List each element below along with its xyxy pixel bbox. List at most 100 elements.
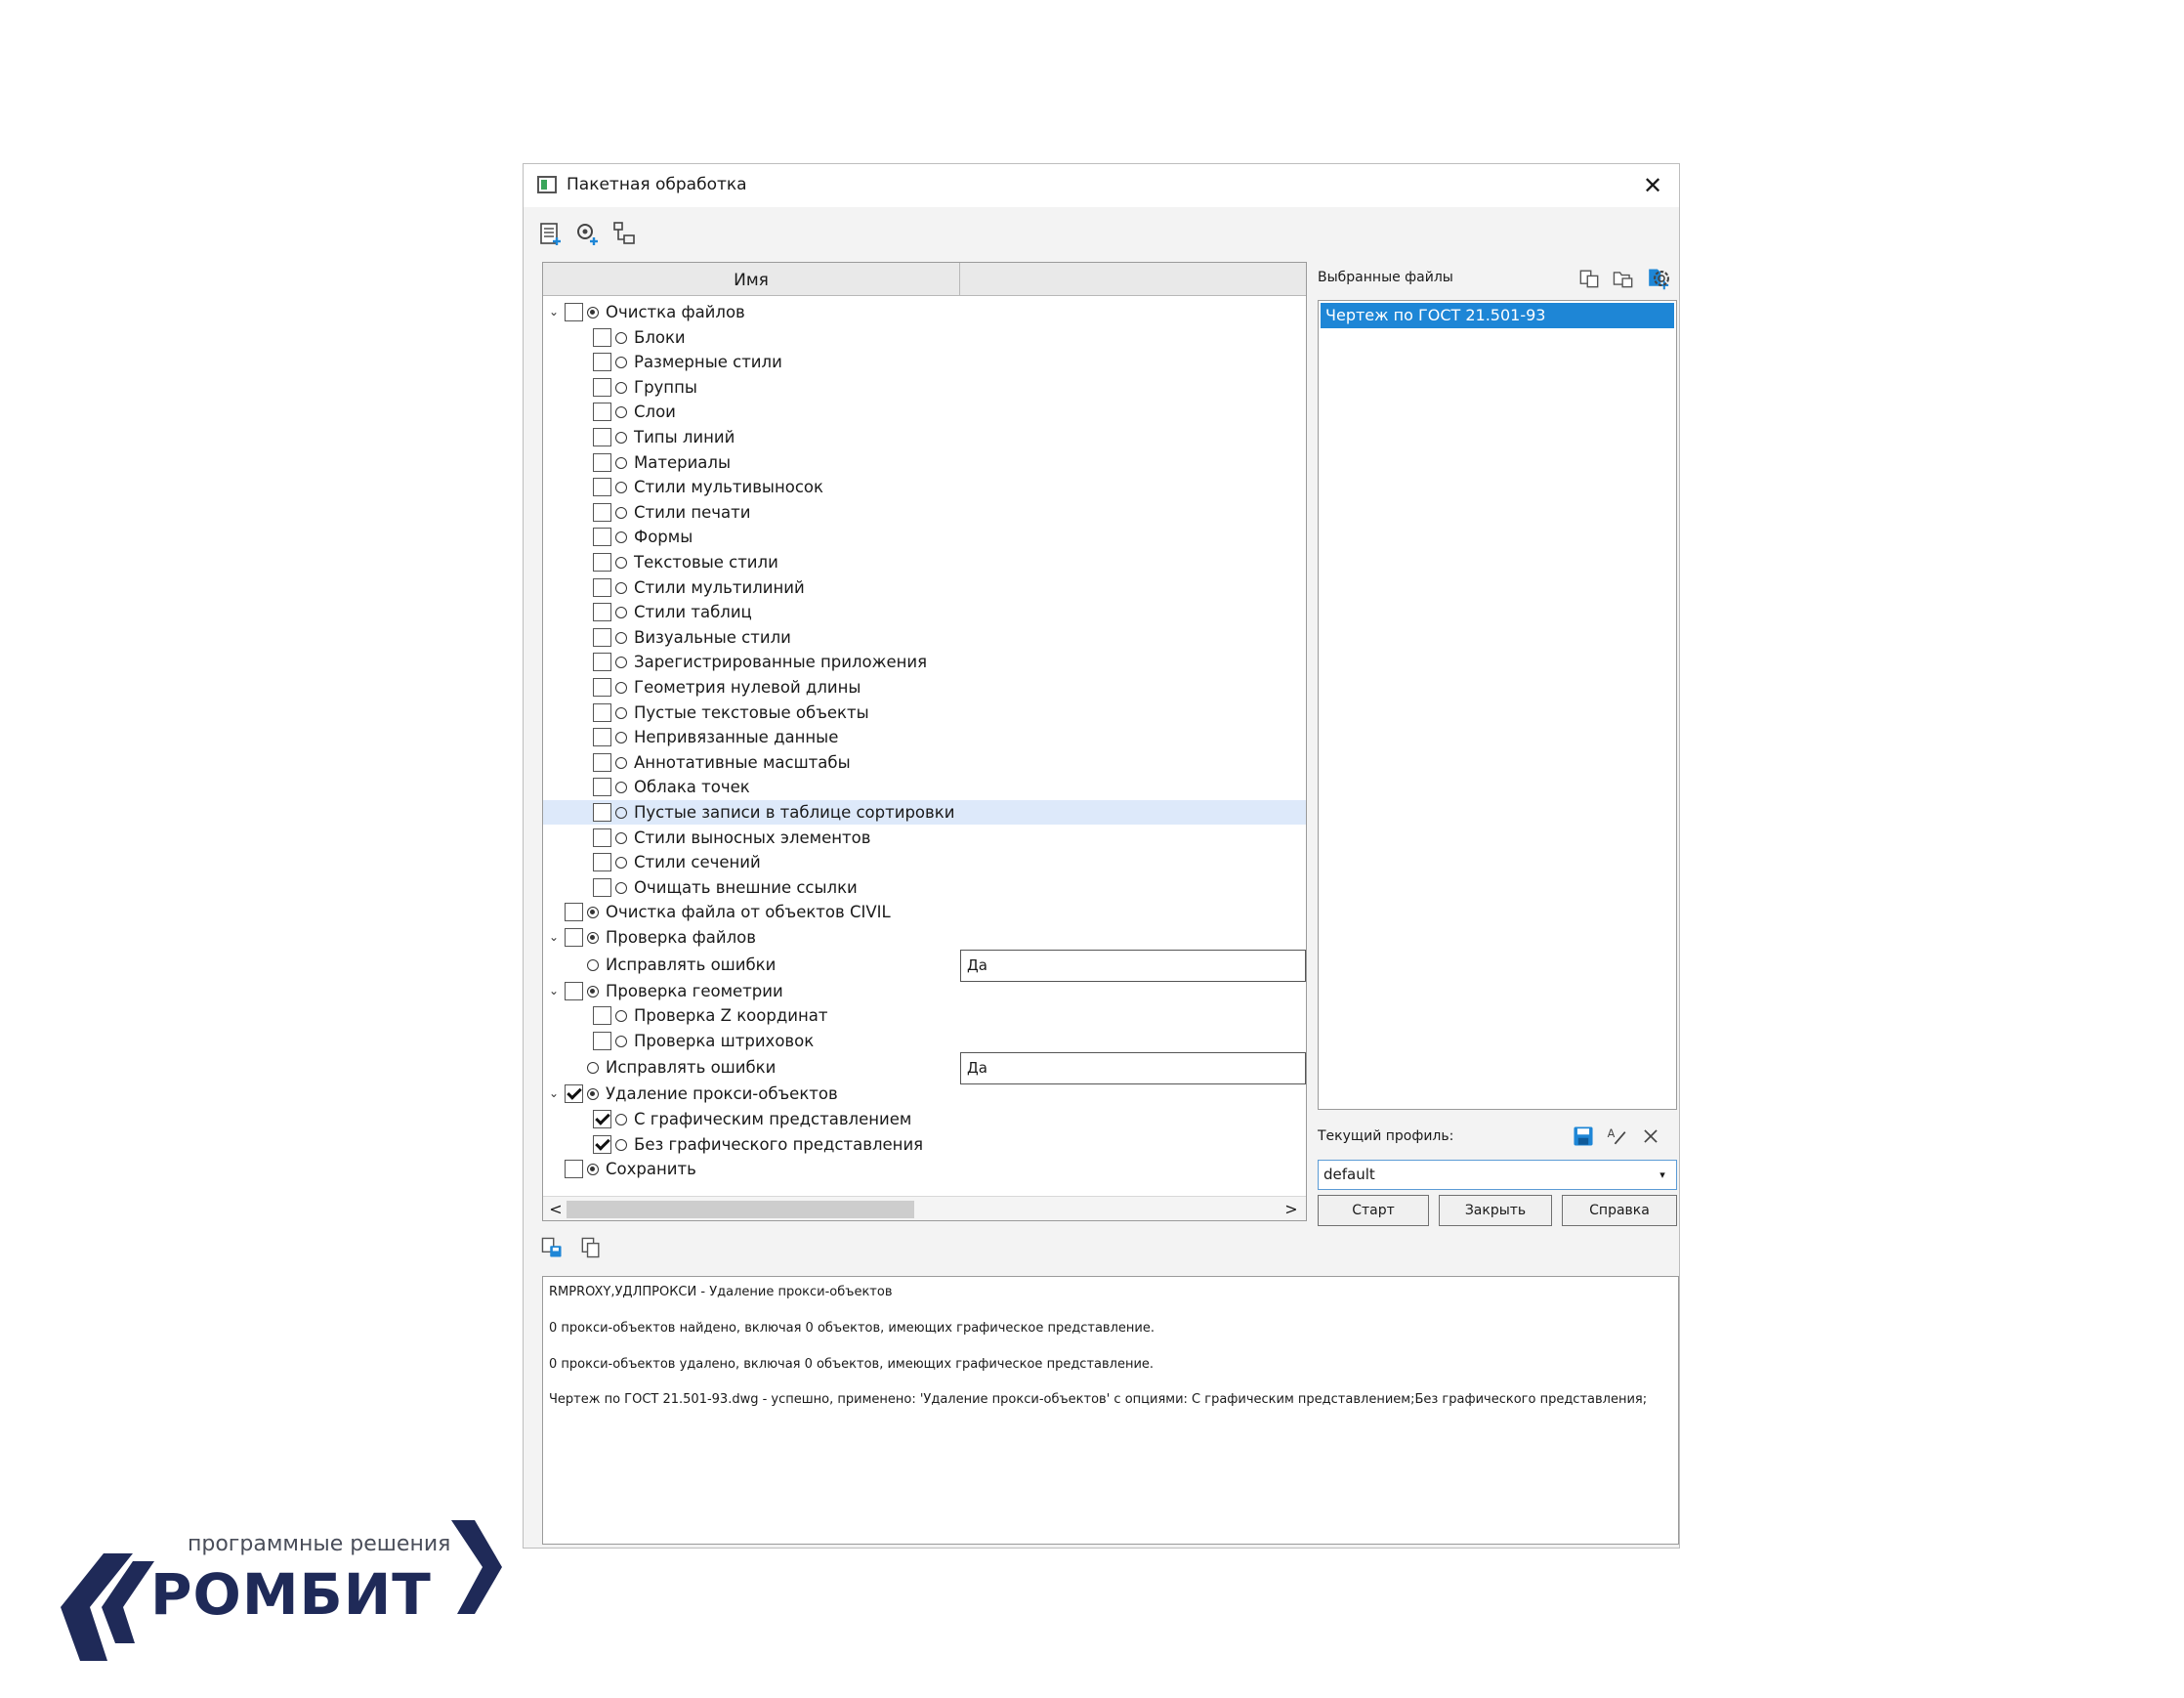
checkbox[interactable] <box>593 528 611 547</box>
checkbox[interactable] <box>593 678 611 697</box>
checkbox[interactable] <box>593 1031 611 1050</box>
save-icon[interactable] <box>1571 1124 1596 1149</box>
checkbox[interactable] <box>593 403 611 422</box>
tree-row[interactable]: Стили таблиц <box>543 600 1306 624</box>
tree-row[interactable]: Облака точек <box>543 775 1306 799</box>
tree-row[interactable]: Исправлять ошибки Да <box>543 949 1306 982</box>
tree-row[interactable]: Очищать внешние ссылки <box>543 875 1306 900</box>
tree-row[interactable]: Стили выносных элементов <box>543 826 1306 850</box>
checkbox[interactable] <box>593 452 611 472</box>
tree-row[interactable]: Стили мультилиний <box>543 575 1306 600</box>
checkbox[interactable] <box>593 553 611 572</box>
tree-row[interactable]: Текстовые стили <box>543 550 1306 574</box>
column-header-name[interactable]: Имя <box>543 263 960 296</box>
value-field[interactable]: Да <box>960 1052 1306 1085</box>
expand-chevron-icon[interactable]: ⌄ <box>547 300 561 324</box>
checkbox[interactable] <box>565 928 583 947</box>
checkbox[interactable] <box>593 577 611 597</box>
tree-row[interactable]: Проверка штриховок <box>543 1029 1306 1053</box>
tree-row[interactable]: Слои <box>543 400 1306 424</box>
save-log-icon[interactable] <box>539 1235 565 1260</box>
tree-row[interactable]: Стили печати <box>543 500 1306 525</box>
tree-row[interactable]: Пустые текстовые объекты <box>543 700 1306 725</box>
checkbox[interactable] <box>593 653 611 672</box>
option-circle-icon <box>615 482 627 494</box>
option-circle-icon <box>615 557 627 569</box>
delete-icon[interactable] <box>1638 1124 1663 1149</box>
tree-row[interactable]: Типы линий <box>543 425 1306 449</box>
value-field[interactable]: Да <box>960 949 1306 982</box>
expand-chevron-icon[interactable]: ⌄ <box>547 925 561 950</box>
checkbox[interactable] <box>593 502 611 522</box>
tree-row[interactable]: ⌄ Очистка файлов <box>543 300 1306 324</box>
tree-row[interactable]: ⌄ Проверка файлов <box>543 925 1306 950</box>
tree-row[interactable]: Пустые записи в таблице сортировки <box>543 800 1306 825</box>
gear-icon[interactable] <box>1649 266 1674 291</box>
tree-row[interactable]: ⌄ Удаление прокси-объектов <box>543 1082 1306 1106</box>
option-circle-icon <box>615 1114 627 1125</box>
profile-dropdown[interactable]: default ▾ <box>1318 1160 1677 1190</box>
checkbox[interactable] <box>565 303 583 321</box>
expand-chevron-icon[interactable]: ⌄ <box>547 1082 561 1106</box>
checkbox[interactable] <box>593 728 611 747</box>
tree-row[interactable]: Размерные стили <box>543 350 1306 374</box>
tree-row[interactable]: Геометрия нулевой длины <box>543 675 1306 700</box>
checkbox[interactable] <box>565 1084 583 1104</box>
checkbox[interactable] <box>565 981 583 1000</box>
checkbox[interactable] <box>593 627 611 647</box>
checkbox[interactable] <box>593 353 611 372</box>
scroll-right-arrow[interactable]: > <box>1282 1197 1300 1220</box>
close-window-button[interactable]: ✕ <box>1637 170 1668 201</box>
tree-row[interactable]: Стили сечений <box>543 850 1306 874</box>
tree-row[interactable]: Аннотативные масштабы <box>543 750 1306 775</box>
checkbox[interactable] <box>593 702 611 722</box>
tree-row-label: Стили мультивыносок <box>634 478 823 497</box>
checkbox[interactable] <box>565 1160 583 1179</box>
tree-row[interactable]: Без графического представления <box>543 1132 1306 1157</box>
add-list-icon[interactable] <box>535 219 565 248</box>
checkbox[interactable] <box>565 903 583 922</box>
tree-row[interactable]: ⌄ Проверка геометрии <box>543 979 1306 1003</box>
tree-row[interactable]: Очистка файла от объектов CIVIL <box>543 900 1306 924</box>
tree-row[interactable]: Исправлять ошибки Да <box>543 1052 1306 1085</box>
checkbox[interactable] <box>593 603 611 622</box>
checkbox[interactable] <box>593 853 611 872</box>
add-folder-icon[interactable] <box>1611 266 1636 291</box>
checkbox[interactable] <box>593 1110 611 1128</box>
tree-row[interactable]: Проверка Z координат <box>543 1003 1306 1028</box>
checkbox[interactable] <box>593 377 611 397</box>
horizontal-scrollbar[interactable]: < > <box>543 1196 1306 1220</box>
add-file-icon[interactable] <box>1576 266 1602 291</box>
checkbox[interactable] <box>593 877 611 897</box>
tree-row[interactable]: Материалы <box>543 450 1306 475</box>
checkbox[interactable] <box>593 428 611 446</box>
expand-chevron-icon[interactable]: ⌄ <box>547 979 561 1003</box>
tree-row[interactable]: Визуальные стили <box>543 625 1306 650</box>
tree-row[interactable]: Зарегистрированные приложения <box>543 650 1306 674</box>
checkbox[interactable] <box>593 478 611 497</box>
checkbox[interactable] <box>593 327 611 347</box>
tree-row[interactable]: Блоки <box>543 325 1306 350</box>
checkbox[interactable] <box>593 828 611 847</box>
help-button[interactable]: Справка <box>1562 1195 1677 1226</box>
checkbox[interactable] <box>593 1006 611 1026</box>
tree-row[interactable]: Непривязанные данные <box>543 725 1306 749</box>
tree-row[interactable]: Формы <box>543 525 1306 549</box>
copy-icon[interactable] <box>578 1235 604 1260</box>
tree-row[interactable]: Стили мультивыносок <box>543 475 1306 499</box>
close-button[interactable]: Закрыть <box>1439 1195 1552 1226</box>
checkbox[interactable] <box>593 1134 611 1154</box>
tree-row[interactable]: Группы <box>543 375 1306 400</box>
checkbox[interactable] <box>593 752 611 772</box>
tree-row[interactable]: С графическим представлением <box>543 1107 1306 1131</box>
file-item[interactable]: Чертеж по ГОСТ 21.501-93 <box>1321 303 1674 328</box>
checkbox[interactable] <box>593 778 611 797</box>
checkbox[interactable] <box>593 803 611 822</box>
scroll-left-arrow[interactable]: < <box>547 1197 565 1220</box>
settings-add-icon[interactable] <box>572 219 602 248</box>
scroll-thumb[interactable] <box>567 1201 914 1218</box>
rename-icon[interactable]: A <box>1605 1124 1630 1149</box>
tree-row[interactable]: Сохранить <box>543 1157 1306 1181</box>
tree-icon[interactable] <box>609 219 639 248</box>
start-button[interactable]: Старт <box>1318 1195 1429 1226</box>
